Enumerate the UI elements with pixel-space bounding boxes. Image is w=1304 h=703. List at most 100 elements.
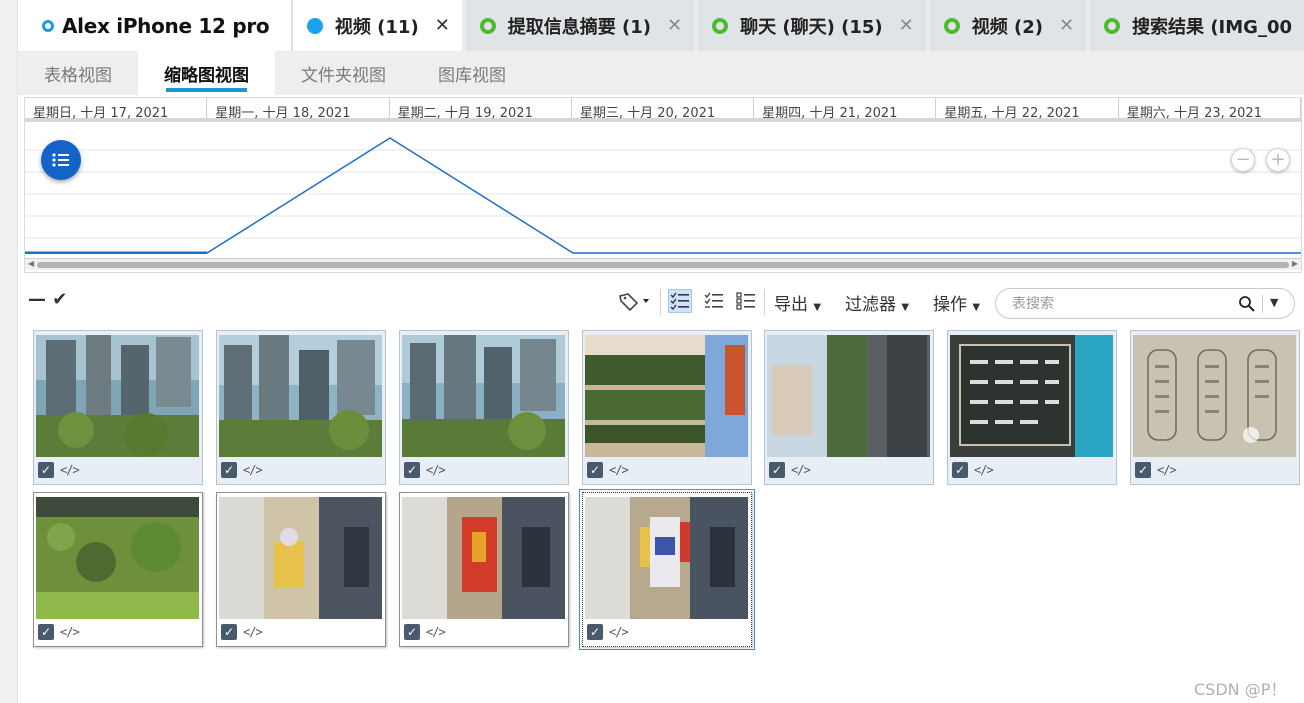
video-thumbnail-image[interactable] bbox=[1133, 335, 1296, 457]
checkbox[interactable]: ✓ bbox=[1135, 462, 1151, 478]
unchecked-list-icon[interactable] bbox=[702, 289, 726, 313]
video-thumbnail-image[interactable] bbox=[585, 335, 748, 457]
search-options-chevron-icon[interactable]: ▼ bbox=[1270, 296, 1278, 309]
select-toggle-icon[interactable]: — ✔ bbox=[28, 289, 67, 310]
actions-menu[interactable]: 操作 ▼ bbox=[933, 290, 980, 315]
checkbox[interactable]: ✓ bbox=[38, 462, 54, 478]
tab-videos-2[interactable]: 视频 (2) ✕ bbox=[929, 0, 1087, 51]
code-icon[interactable]: </> bbox=[243, 625, 263, 639]
thumbnail-item-selected[interactable]: ✓ </> bbox=[579, 489, 755, 650]
code-icon[interactable]: </> bbox=[243, 463, 263, 477]
tag-icon[interactable] bbox=[616, 289, 652, 313]
thumbnail-item[interactable]: ✓ </> bbox=[947, 330, 1117, 485]
device-name: Alex iPhone 12 pro bbox=[62, 13, 270, 38]
checkbox[interactable]: ✓ bbox=[769, 462, 785, 478]
video-thumbnail-image[interactable] bbox=[36, 335, 199, 457]
search-input[interactable] bbox=[1012, 294, 1222, 314]
search-icon[interactable] bbox=[1238, 295, 1256, 313]
close-icon[interactable]: ✕ bbox=[1059, 15, 1074, 36]
code-icon[interactable]: </> bbox=[1157, 463, 1177, 477]
tab-gallery-view[interactable]: 图库视图 bbox=[412, 51, 532, 95]
timeline-panel: 星期日, 十月 17, 2021 星期一, 十月 18, 2021 星期二, 十… bbox=[24, 97, 1302, 273]
timeline-scrollbar[interactable]: ◀ ▶ bbox=[25, 258, 1301, 270]
thumbnail-item[interactable]: ✓ </> bbox=[764, 330, 934, 485]
code-icon[interactable]: </> bbox=[791, 463, 811, 477]
tab-chats[interactable]: 聊天 (聊天) (15) ✕ bbox=[698, 0, 926, 51]
checkbox[interactable]: ✓ bbox=[404, 462, 420, 478]
code-icon[interactable]: </> bbox=[974, 463, 994, 477]
chevron-down-icon: ▼ bbox=[813, 302, 822, 313]
checkbox[interactable]: ✓ bbox=[221, 624, 237, 640]
code-icon[interactable]: </> bbox=[60, 463, 80, 477]
checkbox[interactable]: ✓ bbox=[221, 462, 237, 478]
tab-extraction-summary[interactable]: 提取信息摘要 (1) ✕ bbox=[465, 0, 695, 51]
video-thumbnail-image[interactable] bbox=[402, 335, 565, 457]
thumbnail-controls: ✓ </> bbox=[404, 623, 446, 641]
actions-label: 操作 bbox=[933, 295, 967, 315]
thumbnail-item[interactable]: ✓ </> bbox=[399, 492, 569, 647]
thumbnail-item[interactable]: ✓ </> bbox=[216, 492, 386, 647]
code-icon[interactable]: </> bbox=[609, 463, 629, 477]
checkbox[interactable]: ✓ bbox=[404, 624, 420, 640]
checkbox[interactable]: ✓ bbox=[587, 462, 603, 478]
tab-status-icon bbox=[1104, 17, 1121, 34]
toolbar-separator bbox=[660, 289, 661, 315]
filter-menu[interactable]: 过滤器 ▼ bbox=[845, 290, 909, 315]
detail-list-icon[interactable] bbox=[734, 289, 758, 313]
thumbnail-controls: ✓ </> bbox=[221, 461, 263, 479]
video-thumbnail-image[interactable] bbox=[219, 335, 382, 457]
tab-label: 聊天 (聊天) (15) bbox=[740, 16, 883, 38]
timeline-date: 星期六, 十月 23, 2021 bbox=[1119, 98, 1301, 121]
timeline-activity-line bbox=[25, 137, 1301, 254]
tab-search-results[interactable]: 搜索结果 (IMG_00 bbox=[1090, 0, 1304, 51]
video-thumbnail-image[interactable] bbox=[402, 497, 565, 619]
close-icon[interactable]: ✕ bbox=[435, 15, 450, 36]
scroll-right-icon[interactable]: ▶ bbox=[1292, 259, 1298, 268]
timeline-date: 星期一, 十月 18, 2021 bbox=[207, 98, 390, 121]
tab-bar: Alex iPhone 12 pro ▼ ⋮ 视频 (11) ✕ 提取信息摘要 … bbox=[18, 0, 1304, 51]
zoom-out-icon[interactable]: − bbox=[1231, 148, 1255, 172]
thumbnail-item[interactable]: ✓ </> bbox=[399, 330, 569, 485]
tab-thumbnail-view[interactable]: 缩略图视图 bbox=[138, 51, 275, 95]
thumbnail-item[interactable]: ✓ </> bbox=[1130, 330, 1300, 485]
tab-videos-11[interactable]: 视频 (11) ✕ bbox=[291, 0, 462, 51]
left-strip bbox=[0, 0, 18, 703]
export-label: 导出 bbox=[774, 295, 808, 315]
tab-status-icon bbox=[712, 17, 729, 34]
tab-folder-view[interactable]: 文件夹视图 bbox=[275, 51, 412, 95]
tab-label: 视频 (11) bbox=[334, 16, 419, 38]
checkbox[interactable]: ✓ bbox=[38, 624, 54, 640]
checkbox[interactable]: ✓ bbox=[952, 462, 968, 478]
scrollbar-thumb[interactable] bbox=[37, 262, 1289, 268]
thumbnail-item[interactable]: ✓ </> bbox=[33, 330, 203, 485]
export-menu[interactable]: 导出 ▼ bbox=[774, 290, 821, 315]
chevron-down-icon: ▼ bbox=[972, 302, 981, 313]
video-thumbnail-image[interactable] bbox=[219, 497, 382, 619]
video-thumbnail-image[interactable] bbox=[36, 497, 199, 619]
tab-table-view[interactable]: 表格视图 bbox=[18, 51, 138, 95]
thumbnail-controls: ✓ </> bbox=[38, 623, 80, 641]
list-icon[interactable] bbox=[41, 140, 81, 180]
checkbox[interactable]: ✓ bbox=[587, 624, 603, 640]
scroll-left-icon[interactable]: ◀ bbox=[28, 259, 34, 268]
thumbnail-item[interactable]: ✓ </> bbox=[216, 330, 386, 485]
code-icon[interactable]: </> bbox=[609, 625, 629, 639]
checked-list-icon[interactable] bbox=[668, 289, 692, 313]
close-icon[interactable]: ✕ bbox=[667, 15, 682, 36]
tab-label: 搜索结果 (IMG_00 bbox=[1132, 16, 1292, 38]
video-thumbnail-image[interactable] bbox=[950, 335, 1113, 457]
thumbnail-item[interactable]: ✓ </> bbox=[582, 330, 752, 485]
video-thumbnail-image[interactable] bbox=[767, 335, 930, 457]
search-separator bbox=[1262, 295, 1263, 313]
device-selector[interactable]: Alex iPhone 12 pro ▼ ⋮ bbox=[18, 0, 352, 51]
close-icon[interactable]: ✕ bbox=[899, 15, 914, 36]
video-thumbnail-image[interactable] bbox=[585, 497, 748, 619]
thumbnail-controls: ✓ </> bbox=[38, 461, 80, 479]
table-search: ▼ bbox=[995, 288, 1295, 319]
code-icon[interactable]: </> bbox=[60, 625, 80, 639]
code-icon[interactable]: </> bbox=[426, 463, 446, 477]
tab-status-icon bbox=[306, 17, 323, 34]
thumbnail-item[interactable]: ✓ </> bbox=[33, 492, 203, 647]
zoom-in-icon[interactable]: + bbox=[1266, 148, 1290, 172]
code-icon[interactable]: </> bbox=[426, 625, 446, 639]
